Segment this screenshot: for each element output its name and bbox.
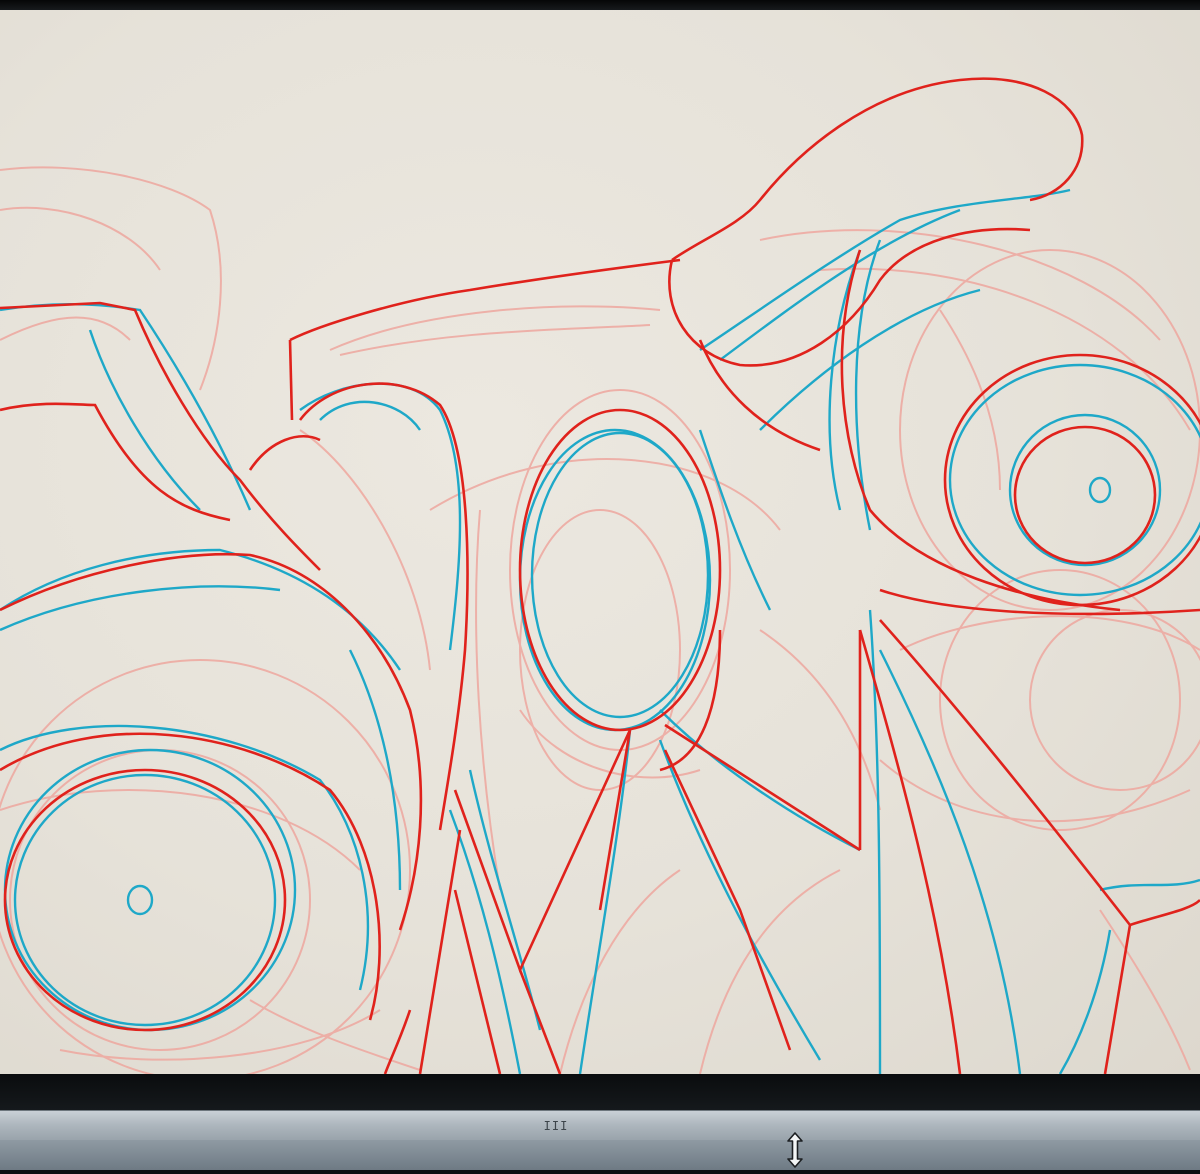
red-line-layer [0, 77, 1200, 1074]
drawing-canvas[interactable] [0, 10, 1200, 1074]
monitor-shadow-strip [0, 1074, 1200, 1110]
grip-icon[interactable]: III [536, 1117, 576, 1135]
horizontal-scrollbar[interactable]: III [0, 1110, 1200, 1141]
sketch-artwork [0, 77, 1200, 1074]
monitor-screen: III [0, 0, 1200, 1170]
vertical-resize-icon[interactable] [781, 1130, 809, 1170]
cyan-line-layer [0, 188, 1200, 1074]
status-bar [0, 1140, 1200, 1170]
